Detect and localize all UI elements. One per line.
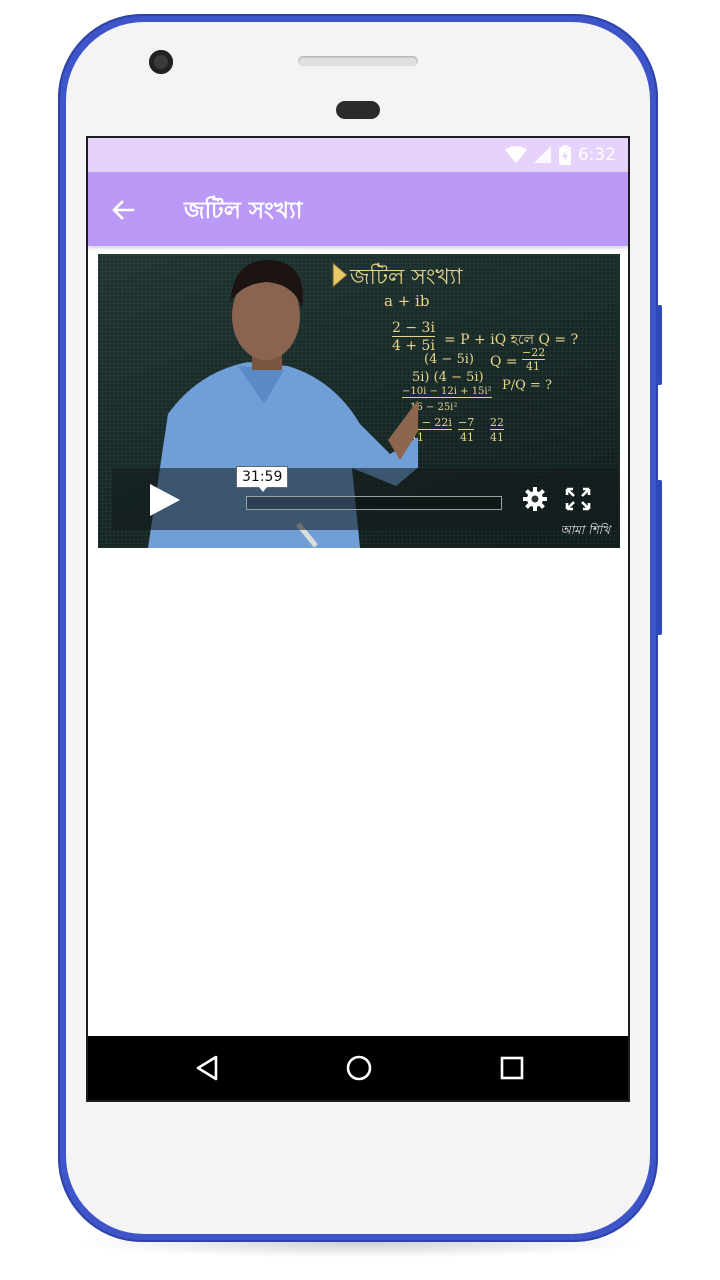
play-icon [150, 484, 180, 516]
nav-home-icon [346, 1055, 372, 1081]
board-line-6-b-den: 41 [460, 431, 474, 444]
seek-bar[interactable] [246, 496, 502, 510]
video-controls: 31:59 [112, 466, 618, 530]
video-player[interactable]: জটিল সংখ্যা a + ib 2 − 3i 4 + 5i = P + i… [98, 254, 620, 548]
play-button[interactable] [148, 482, 182, 522]
signal-icon [533, 146, 551, 163]
board-q-den: 41 [526, 360, 540, 373]
wifi-icon [504, 146, 527, 163]
status-time: 6:32 [577, 145, 616, 165]
gear-icon [523, 487, 547, 511]
power-button [656, 305, 662, 385]
fullscreen-button[interactable] [564, 486, 592, 516]
arrow-back-icon [112, 200, 135, 220]
back-button[interactable] [108, 195, 138, 225]
channel-watermark: আমা শিখি [560, 523, 610, 537]
board-q-num: −22 [522, 346, 546, 360]
board-line-4-right: P/Q = ? [502, 378, 552, 393]
page-title: জটিল সংখ্যা [184, 198, 303, 224]
board-question: = P + iQ হলে Q = ? [444, 332, 579, 348]
board-line-4-left: 5i) (4 − 5i) [412, 370, 484, 385]
front-camera [149, 50, 173, 74]
nav-recents-icon [500, 1056, 524, 1080]
board-line-6-c-den: 41 [490, 431, 504, 444]
battery-icon [558, 145, 571, 165]
board-line-3-right: Q = [490, 354, 518, 370]
volume-button [656, 480, 662, 635]
speaker-grille [298, 56, 418, 66]
nav-back-icon [196, 1055, 218, 1081]
settings-button[interactable] [522, 486, 548, 516]
board-line-3-left: (4 − 5i) [424, 352, 475, 367]
status-icons: 6:32 [504, 145, 616, 165]
board-line-6-c-num: 22 [490, 416, 504, 430]
fullscreen-icon [565, 487, 591, 511]
nav-recents-button[interactable] [499, 1054, 525, 1086]
screen: 6:32 জটিল সংখ্যা জটিল সংখ্যা a + ib 2 − … [86, 136, 630, 1102]
status-bar: 6:32 [88, 138, 628, 172]
seek-time-tooltip: 31:59 [236, 466, 289, 492]
earpiece [336, 101, 380, 119]
board-line-6-b-num: −7 [458, 416, 475, 430]
nav-home-button[interactable] [345, 1054, 373, 1086]
nav-back-button[interactable] [194, 1054, 220, 1086]
navigation-bar [88, 1036, 628, 1100]
app-bar: জটিল সংখ্যা [88, 172, 628, 246]
